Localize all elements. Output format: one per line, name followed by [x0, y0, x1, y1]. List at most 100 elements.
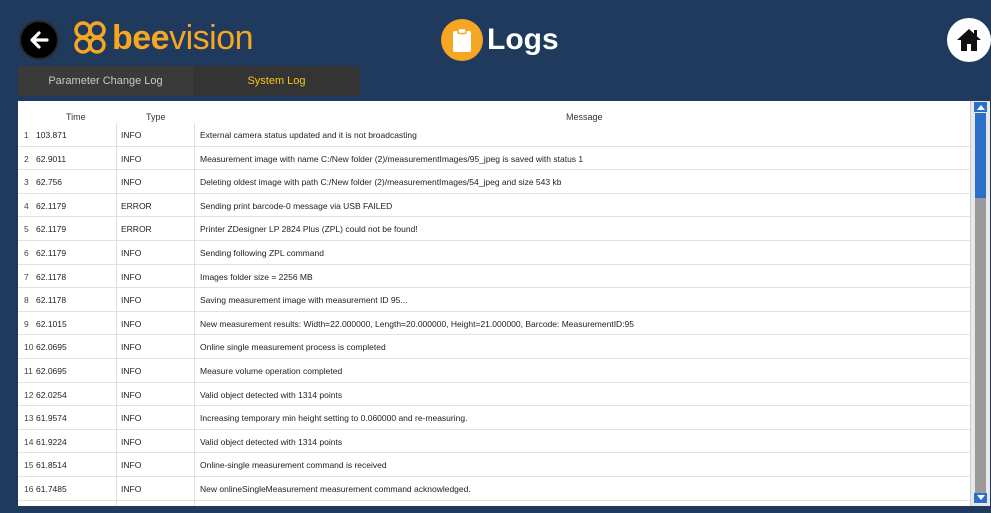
row-message: Measurement image with name C:/New folde…	[200, 153, 584, 164]
page-title: Logs	[487, 23, 559, 56]
row-type: INFO	[121, 295, 142, 306]
vertical-scrollbar[interactable]	[970, 101, 990, 506]
row-message: Images folder size = 2256 MB	[200, 271, 313, 282]
row-type: INFO	[121, 436, 142, 447]
row-index: 7	[24, 271, 29, 282]
row-index: 13	[24, 413, 34, 424]
row-message: Deleting oldest image with path C:/New f…	[200, 177, 562, 188]
table-row[interactable]: 12 62.0254 INFO Valid object detected with …	[18, 383, 970, 407]
column-header-type[interactable]: Type	[146, 112, 166, 122]
row-time: 62.1178	[36, 295, 67, 306]
row-time: 61.9224	[36, 436, 67, 447]
row-type: INFO	[121, 389, 142, 400]
row-type: INFO	[121, 365, 142, 376]
row-index: 1	[24, 130, 29, 140]
table-row[interactable]: 16 61.7485 INFO New onlineSingleMeasurement…	[18, 477, 970, 501]
tab-system-log[interactable]: System Log	[193, 66, 360, 96]
tab-parameter-change-log[interactable]: Parameter Change Log	[18, 66, 193, 96]
home-icon	[957, 29, 981, 51]
table-row[interactable]: 9 62.1015 INFO New measurement results: Wid…	[18, 312, 970, 336]
row-type: INFO	[121, 483, 142, 494]
row-message: New measurement results: Width=22.000000…	[200, 318, 635, 329]
row-message: Sending following ZPL command	[200, 247, 324, 258]
table-row[interactable]: 4 62.1179 ERROR Sending print barcode-0 mes…	[18, 194, 970, 218]
row-index: 11	[24, 365, 33, 376]
row-time: 62.0695	[36, 342, 67, 353]
scroll-up-button[interactable]	[974, 102, 987, 112]
row-type: INFO	[121, 247, 142, 258]
logo-text: beevision	[112, 18, 254, 58]
table-row[interactable]: 6 62.1179 INFO Sending following ZPL comman…	[18, 241, 970, 265]
table-row[interactable]: 2 62.9011 INFO Measurement image with name …	[18, 147, 970, 171]
table-row[interactable]: 14 61.9224 INFO Valid object detected with …	[18, 430, 970, 454]
row-message: Increasing temporary min height setting …	[200, 413, 468, 424]
row-type: INFO	[121, 153, 142, 164]
page-title-group: Logs	[441, 18, 559, 62]
row-message: Valid object detected with 1314 points	[200, 389, 343, 400]
row-message: Online-single measurement command is rec…	[200, 460, 387, 471]
table-row[interactable]: 7 62.1178 INFO Images folder size = 2256 MB	[18, 265, 970, 289]
table-row[interactable]: 10 62.0695 INFO Online single measurement p…	[18, 335, 970, 359]
logo-text-thin: vision	[169, 18, 254, 57]
bee-logo-icon	[74, 21, 106, 54]
log-tabs: Parameter Change Log System Log	[18, 66, 360, 96]
scroll-down-icon	[976, 495, 985, 500]
home-button[interactable]	[947, 18, 991, 62]
row-type: INFO	[121, 460, 142, 471]
table-row[interactable]: 1 103.871 INFO External camera status updat…	[18, 123, 970, 147]
row-time: 62.1015	[36, 318, 67, 329]
logo-text-bold: bee	[112, 18, 170, 57]
table-row[interactable]: 15 61.8514 INFO Online-single measurement c…	[18, 453, 970, 477]
scroll-down-button[interactable]	[974, 493, 987, 503]
row-time: 62.1179	[36, 247, 67, 258]
log-table-panel: Time Type Message 1 103.871 INFO External c…	[18, 101, 990, 506]
row-message: Measure volume operation completed	[200, 365, 343, 376]
row-index: 3	[24, 177, 29, 188]
scroll-thumb[interactable]	[975, 113, 986, 198]
row-type: INFO	[121, 413, 142, 424]
table-header: Time Type Message	[18, 101, 970, 123]
row-type: ERROR	[121, 224, 152, 235]
row-time: 61.7485	[36, 483, 67, 494]
back-button[interactable]	[19, 20, 59, 60]
beevision-logo: beevision	[70, 14, 254, 62]
row-time: 61.9574	[36, 413, 67, 424]
row-time: 62.0254	[36, 389, 67, 400]
row-index: 5	[24, 224, 29, 235]
scroll-up-icon	[976, 105, 985, 110]
table-row[interactable]: 8 62.1178 INFO Saving measurement image wit…	[18, 288, 970, 312]
row-time: 62.1179	[36, 224, 67, 235]
row-type: INFO	[121, 318, 142, 329]
row-index: 15	[24, 460, 34, 471]
row-index: 8	[24, 295, 29, 306]
column-header-message[interactable]: Message	[566, 112, 603, 122]
row-time: 62.1179	[36, 200, 67, 211]
table-row[interactable]: 13 61.9574 INFO Increasing temporary min he…	[18, 406, 970, 430]
row-message: Valid object detected with 1314 points	[200, 436, 343, 447]
row-message: New onlineSingleMeasurement measurement …	[200, 483, 471, 494]
row-index: 9	[24, 318, 29, 329]
row-time: 62.756	[36, 177, 62, 188]
row-index: 10	[24, 342, 34, 353]
row-time: 62.0695	[36, 365, 67, 376]
row-message: Sending print barcode-0 message via USB …	[200, 200, 393, 211]
row-index: 2	[24, 153, 29, 164]
column-header-time[interactable]: Time	[66, 112, 86, 122]
row-type: ERROR	[121, 200, 152, 211]
row-time: 62.9011	[36, 153, 67, 164]
row-index: 16	[24, 483, 34, 494]
table-row[interactable]: 11 62.0695 INFO Measure volume operation co…	[18, 359, 970, 383]
row-index: 4	[24, 200, 29, 211]
table-row[interactable]: 3 62.756 INFO Deleting oldest image with pa…	[18, 170, 970, 194]
clipboard-icon	[441, 19, 483, 61]
row-message: Online single measurement process is com…	[200, 342, 386, 353]
row-type: INFO	[121, 342, 142, 353]
row-time: 61.8514	[36, 460, 67, 471]
table-row[interactable]: 5 62.1179 ERROR Printer ZDesigner LP 2824 P…	[18, 217, 970, 241]
row-time: 103.871	[36, 130, 67, 140]
row-type: INFO	[121, 130, 142, 140]
row-message: External camera status updated and it is…	[200, 130, 417, 140]
row-message: Printer ZDesigner LP 2824 Plus (ZPL) cou…	[200, 224, 418, 235]
row-time: 62.1178	[36, 271, 67, 282]
row-type: INFO	[121, 177, 142, 188]
